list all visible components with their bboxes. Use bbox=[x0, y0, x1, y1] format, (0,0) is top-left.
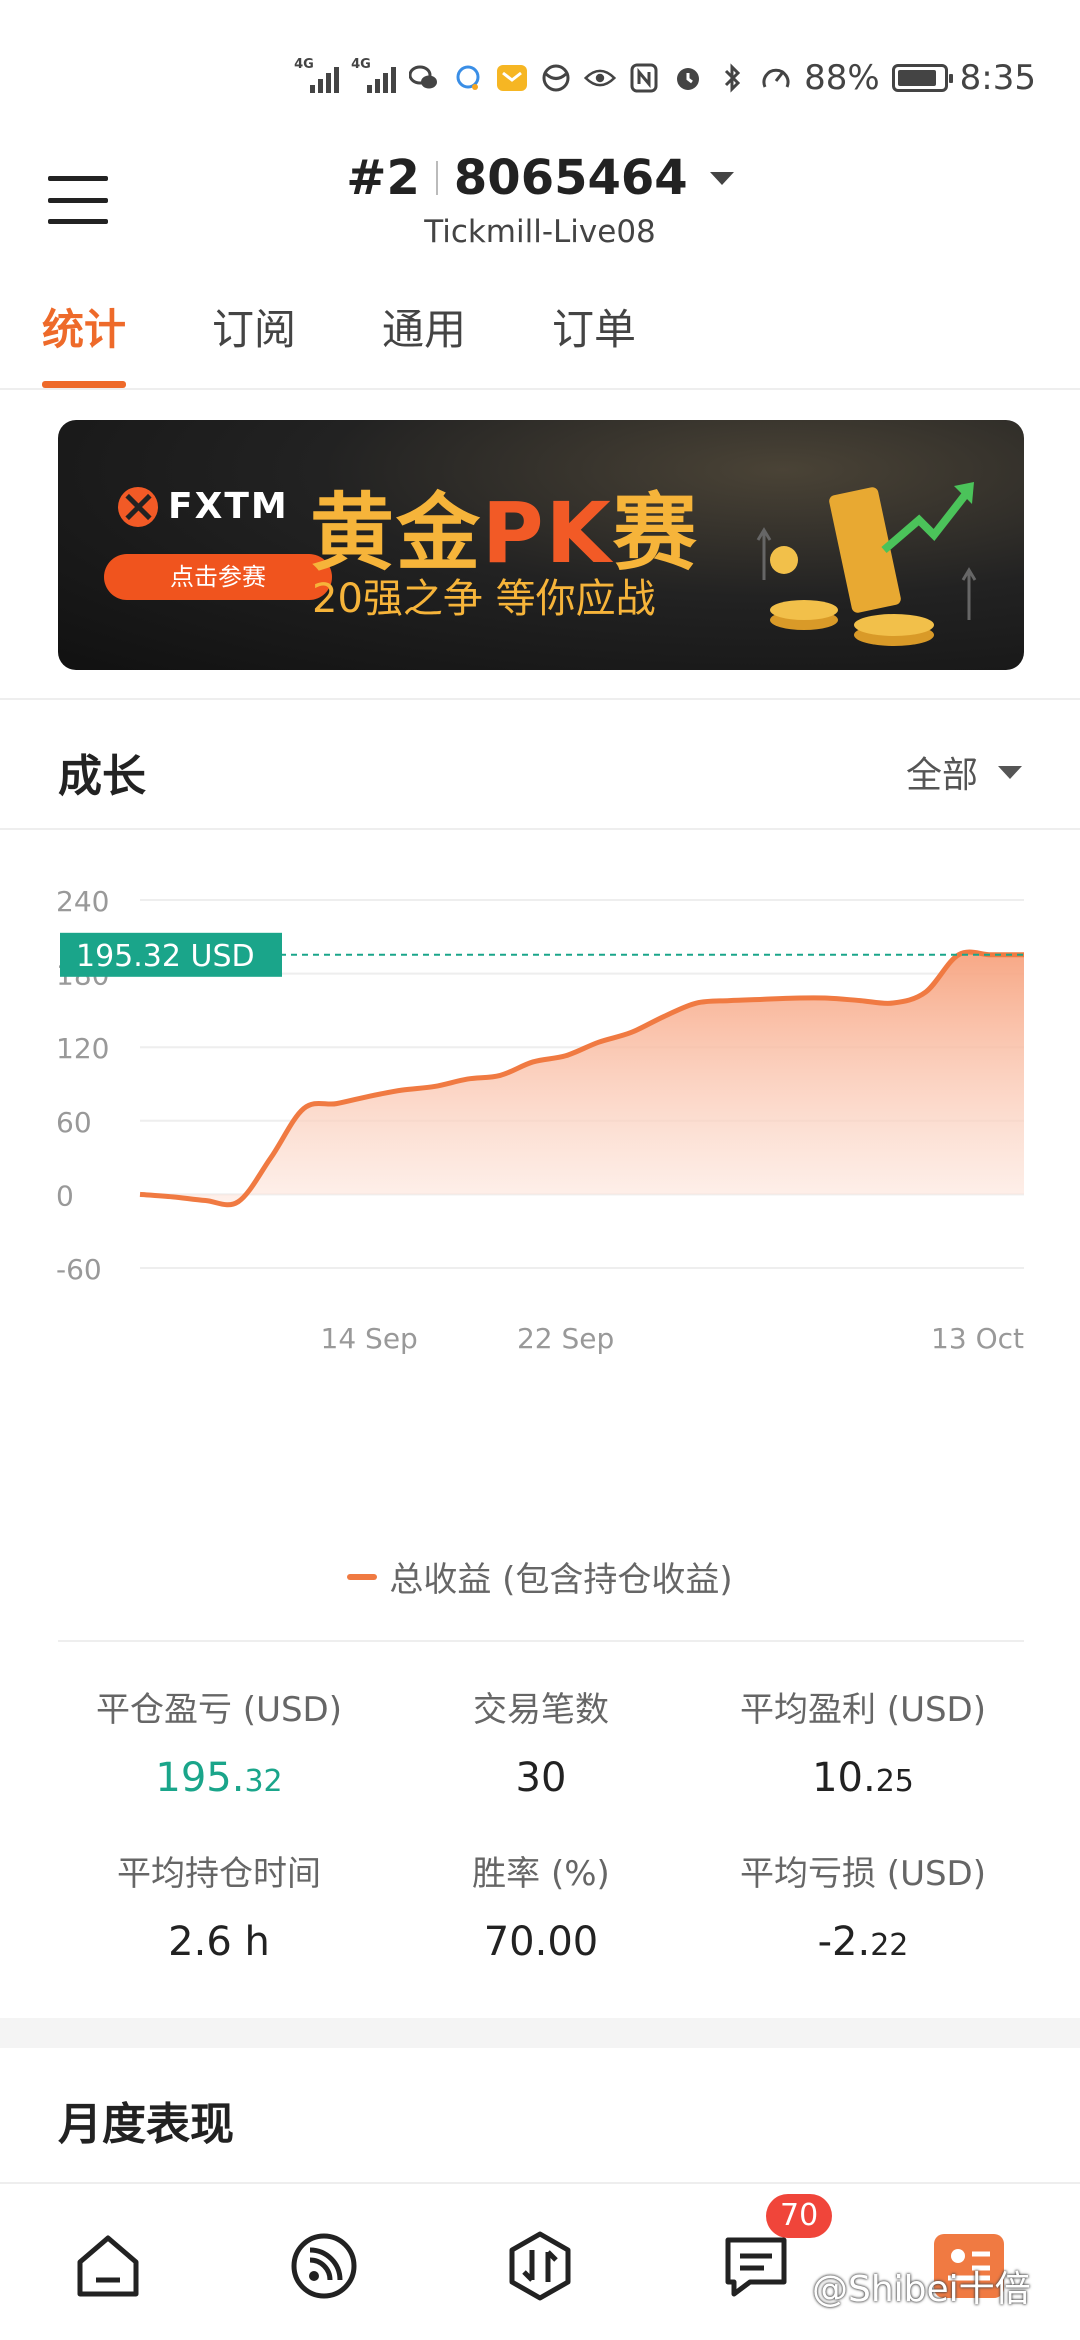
legend-swatch bbox=[347, 1573, 378, 1580]
battery-level bbox=[897, 70, 937, 86]
clock: 8:35 bbox=[959, 58, 1036, 98]
tab-general[interactable]: 通用 bbox=[382, 290, 466, 390]
growth-chart: 240180120600-60 195.32 USD 14 Sep22 Sep1… bbox=[0, 860, 1080, 1560]
account-switcher[interactable]: #2 8065464 Tickmill-Live08 bbox=[0, 150, 1080, 250]
x-tick-label: 14 Sep bbox=[321, 1322, 418, 1355]
fxtm-logo-mark bbox=[118, 486, 158, 527]
chevron-down-icon[interactable] bbox=[709, 171, 734, 185]
y-tick-label: -60 bbox=[56, 1253, 102, 1286]
browser-icon bbox=[540, 62, 572, 94]
nav-home-icon[interactable] bbox=[70, 2228, 146, 2304]
battery-percent: 88% bbox=[804, 58, 880, 98]
stat-label: 平均盈利 (USD) bbox=[740, 1690, 986, 1730]
growth-chart-svg: 240180120600-60 195.32 USD 14 Sep22 Sep1… bbox=[56, 885, 1024, 1355]
signal-icon-2: 4G bbox=[351, 57, 397, 93]
eye-icon bbox=[584, 62, 617, 94]
promo-subtitle: 20强之争 等你应战 bbox=[312, 576, 656, 622]
section-gap bbox=[0, 2018, 1080, 2048]
stat-label: 胜率 (%) bbox=[472, 1854, 610, 1894]
network-type-label-2: 4G bbox=[351, 57, 371, 72]
stat-value: -2.22 bbox=[817, 1919, 909, 1965]
area-fill bbox=[140, 952, 1024, 1205]
brand-name: FXTM bbox=[168, 486, 289, 527]
nav-trade-icon[interactable] bbox=[502, 2228, 578, 2304]
x-tick-label: 13 Oct bbox=[931, 1322, 1024, 1355]
stat-closed-pl: 平仓盈亏 (USD) 195.32 bbox=[58, 1682, 380, 1801]
stat-value: 10.25 bbox=[812, 1755, 914, 1801]
stat-avg-hold-time: 平均持仓时间 2.6 h bbox=[58, 1846, 380, 1965]
range-selector[interactable]: 全部 bbox=[906, 746, 1022, 798]
account-number: 8065464 bbox=[453, 150, 688, 206]
speed-icon bbox=[760, 62, 792, 94]
chart-legend: 总收益 (包含持仓收益) bbox=[0, 1552, 1080, 1601]
tab-orders[interactable]: 订单 bbox=[552, 290, 636, 390]
stat-value: 195.32 bbox=[155, 1755, 283, 1801]
y-tick-label: 0 bbox=[56, 1179, 74, 1212]
y-tick-label: 60 bbox=[56, 1106, 92, 1139]
stat-label: 平仓盈亏 (USD) bbox=[96, 1690, 342, 1730]
range-label: 全部 bbox=[905, 755, 978, 796]
gold-coins-illustration bbox=[756, 482, 977, 646]
promo-banner[interactable]: FXTM 点击参赛 黄金PK赛 20强之争 等你应战 bbox=[58, 420, 1024, 670]
growth-header: 成长 全部 bbox=[0, 700, 1080, 830]
app-header: #2 8065464 Tickmill-Live08 bbox=[0, 150, 1080, 270]
tab-bar: 统计 订阅 通用 订单 bbox=[0, 290, 1080, 390]
stat-value: 70.00 bbox=[483, 1919, 599, 1965]
y-tick-label: 240 bbox=[56, 885, 109, 918]
nav-feed-icon[interactable] bbox=[286, 2228, 362, 2304]
mail-icon bbox=[496, 62, 528, 94]
monthly-section[interactable]: 月度表现 bbox=[0, 2048, 1080, 2178]
nfc-icon bbox=[628, 62, 660, 94]
alarm-icon bbox=[672, 62, 704, 94]
stat-label: 交易笔数 bbox=[473, 1690, 609, 1730]
chevron-down-icon bbox=[998, 765, 1022, 779]
stat-avg-loss: 平均亏损 (USD) -2.22 bbox=[702, 1846, 1024, 1965]
status-bar: 4G 4G 88% 8:35 bbox=[0, 0, 1080, 130]
stat-value: 30 bbox=[515, 1755, 567, 1801]
server-name: Tickmill-Live08 bbox=[424, 214, 656, 250]
tab-subscriptions[interactable]: 订阅 bbox=[212, 290, 296, 390]
bottom-nav: 70 @Shibei十倍 bbox=[0, 2182, 1080, 2340]
stat-label: 平均持仓时间 bbox=[117, 1854, 321, 1894]
join-contest-button[interactable]: 点击参赛 bbox=[104, 554, 332, 600]
battery-icon bbox=[891, 64, 953, 92]
wechat-icon bbox=[408, 62, 440, 94]
bluetooth-icon bbox=[716, 62, 748, 94]
account-separator bbox=[435, 161, 438, 195]
stat-value: 2.6 h bbox=[168, 1919, 270, 1965]
y-tick-label: 120 bbox=[56, 1032, 109, 1065]
stat-avg-profit: 平均盈利 (USD) 10.25 bbox=[702, 1682, 1024, 1801]
message-bubble-icon bbox=[452, 62, 484, 94]
messages-badge: 70 bbox=[766, 2194, 833, 2238]
stat-trade-count: 交易笔数 30 bbox=[380, 1682, 702, 1801]
x-tick-label: 22 Sep bbox=[517, 1322, 614, 1355]
growth-title: 成长 bbox=[58, 751, 146, 802]
status-icons: 4G 4G 88% 8:35 bbox=[294, 56, 1036, 100]
account-index: #2 bbox=[346, 150, 420, 206]
nav-messages-icon[interactable] bbox=[718, 2228, 794, 2304]
network-type-label: 4G bbox=[294, 57, 314, 72]
stat-win-rate: 胜率 (%) 70.00 bbox=[380, 1846, 702, 1965]
stat-label: 平均亏损 (USD) bbox=[740, 1854, 986, 1894]
tab-statistics[interactable]: 统计 bbox=[42, 290, 127, 390]
fxtm-logo: FXTM bbox=[118, 486, 289, 527]
monthly-title: 月度表现 bbox=[58, 2099, 234, 2150]
stats-grid: 平仓盈亏 (USD) 195.32 交易笔数 30 平均盈利 (USD) 10.… bbox=[58, 1640, 1024, 2020]
legend-label: 总收益 (包含持仓收益) bbox=[389, 1560, 733, 1600]
current-value-label: 195.32 USD bbox=[76, 939, 255, 974]
watermark-text: @Shibei十倍 bbox=[812, 2269, 1031, 2310]
signal-icon: 4G bbox=[294, 57, 340, 93]
